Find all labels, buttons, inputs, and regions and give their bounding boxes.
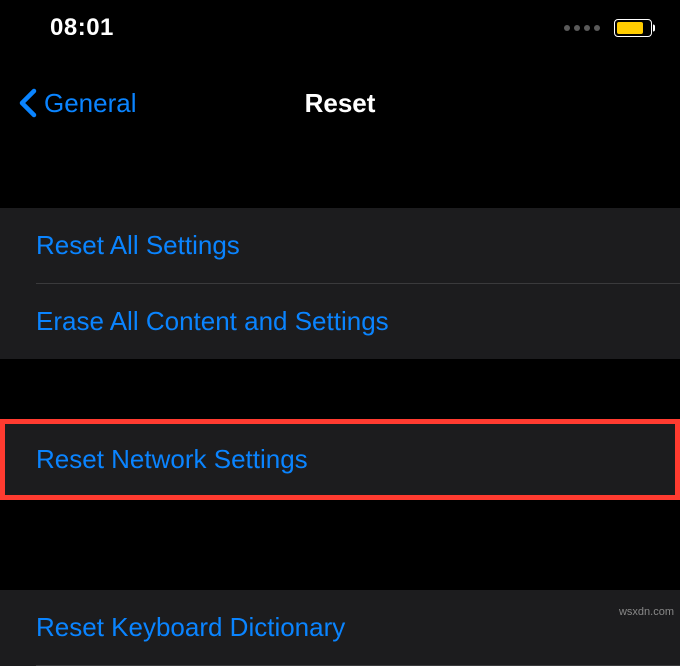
list-section-3: Reset Keyboard Dictionary [0, 590, 680, 666]
section-gap [0, 150, 680, 208]
erase-all-content-row[interactable]: Erase All Content and Settings [0, 284, 680, 359]
nav-bar: General Reset [0, 56, 680, 150]
back-label: General [44, 88, 137, 119]
section-gap [0, 500, 680, 590]
list-section-1: Reset All Settings Erase All Content and… [0, 208, 680, 359]
watermark: wsxdn.com [619, 606, 674, 618]
list-section-2: Reset Network Settings [5, 424, 675, 495]
reset-network-settings-row[interactable]: Reset Network Settings [5, 424, 675, 495]
reset-keyboard-dictionary-row[interactable]: Reset Keyboard Dictionary [0, 590, 680, 665]
highlight-box: Reset Network Settings [0, 419, 680, 500]
status-bar: 08:01 [0, 0, 680, 56]
page-title: Reset [305, 88, 376, 119]
status-time: 08:01 [50, 14, 114, 42]
back-button[interactable]: General [18, 88, 137, 119]
reset-all-settings-row[interactable]: Reset All Settings [0, 208, 680, 283]
signal-dots-icon [564, 25, 600, 31]
battery-icon [614, 19, 652, 37]
status-right [564, 19, 652, 37]
section-gap [0, 359, 680, 419]
chevron-left-icon [18, 88, 38, 118]
